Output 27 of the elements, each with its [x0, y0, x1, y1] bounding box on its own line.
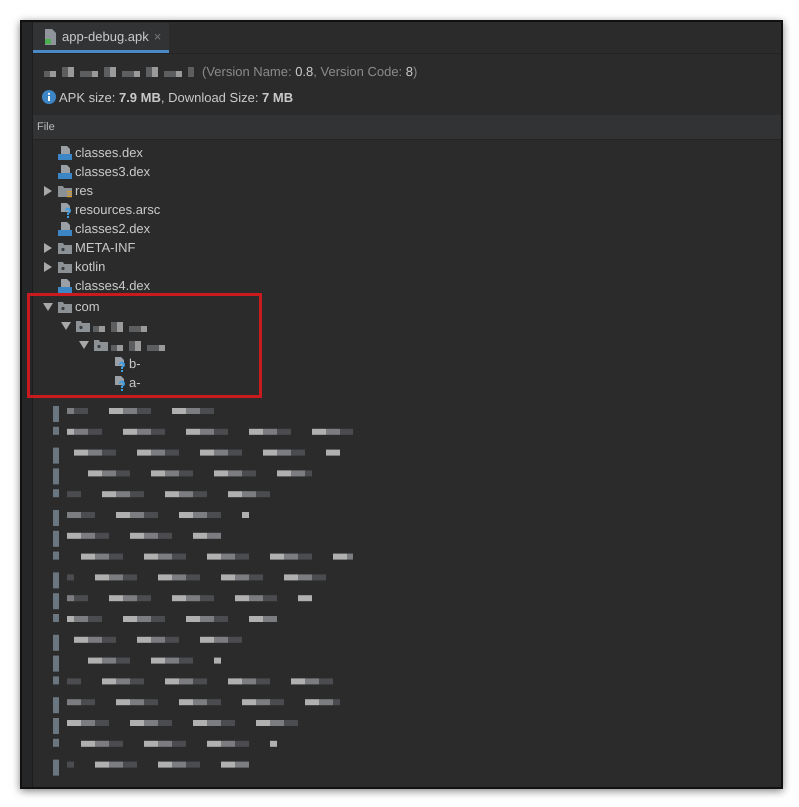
- info-icon: [42, 90, 56, 104]
- collapsed-arrow-icon[interactable]: [43, 242, 53, 252]
- file-name[interactable]: com: [75, 299, 100, 314]
- file-name[interactable]: classes3.dex: [75, 164, 150, 179]
- version-info: (Version Name: 0.8, Version Code: 8): [202, 64, 418, 79]
- apk-file-icon: [43, 28, 57, 45]
- file-name[interactable]: classes.dex: [75, 145, 143, 160]
- collapsed-arrow-icon[interactable]: [43, 186, 53, 196]
- expanded-arrow-icon[interactable]: [43, 302, 53, 312]
- apk-size-info: APK size: 7.9 MB, Download Size: 7 MB: [59, 90, 294, 105]
- file-name[interactable]: classes4.dex: [75, 278, 150, 293]
- file-name[interactable]: resources.arsc: [75, 202, 160, 217]
- file-name[interactable]: META-INF: [75, 240, 136, 255]
- expanded-arrow-icon[interactable]: [79, 340, 89, 350]
- file-name[interactable]: classes2.dex: [75, 221, 150, 236]
- dex-file-icon: [57, 144, 73, 160]
- dex-file-icon: [57, 164, 73, 180]
- file-name[interactable]: res: [75, 183, 94, 198]
- column-header[interactable]: File: [37, 121, 55, 134]
- file-name[interactable]: b-: [129, 356, 141, 371]
- collapsed-arrow-icon[interactable]: [43, 262, 53, 272]
- editor-tab[interactable]: app-debug.apk ×: [33, 23, 170, 54]
- file-name[interactable]: a-: [129, 375, 141, 390]
- dex-file-icon: [57, 220, 73, 236]
- dex-file-icon: [57, 278, 73, 294]
- expanded-arrow-icon[interactable]: [61, 320, 71, 330]
- file-name[interactable]: kotlin: [75, 259, 106, 274]
